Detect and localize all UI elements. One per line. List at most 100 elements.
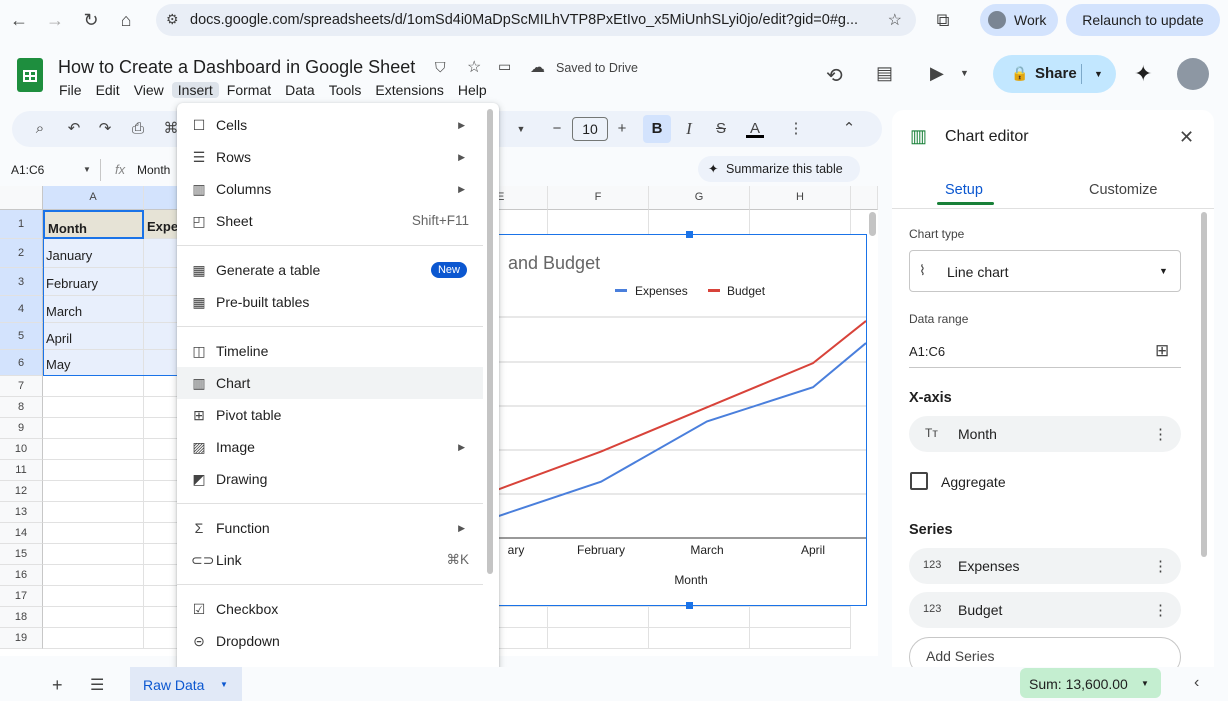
meet-icon[interactable]: ▶: [930, 63, 944, 84]
row-header-17[interactable]: 17: [0, 586, 43, 607]
cell-a12[interactable]: [43, 481, 144, 502]
star-icon[interactable]: ☆: [467, 57, 481, 77]
row-header-4[interactable]: 4: [0, 296, 43, 323]
series-line-expenses[interactable]: [499, 342, 866, 522]
series-expenses[interactable]: 123 Expenses ⋮: [909, 548, 1181, 584]
row-header-14[interactable]: 14: [0, 523, 43, 544]
menu-tools[interactable]: Tools: [329, 82, 362, 98]
cell-b10[interactable]: [144, 439, 178, 460]
menu-item-cells[interactable]: ☐ Cells ▶: [177, 109, 483, 141]
cell-a5[interactable]: April: [43, 323, 144, 350]
cell-b11[interactable]: [144, 460, 178, 481]
increase-font-size-icon[interactable]: +: [613, 120, 631, 138]
series-line-budget[interactable]: [499, 320, 866, 496]
tab-setup[interactable]: Setup: [945, 182, 983, 198]
cell-a1[interactable]: Month: [43, 210, 144, 239]
cell-a15[interactable]: [43, 544, 144, 565]
menu-file[interactable]: File: [59, 82, 82, 98]
row-header-2[interactable]: 2: [0, 239, 43, 268]
cell-b17[interactable]: [144, 586, 178, 607]
menu-item-pre-built-tables[interactable]: ▦ Pre-built tables: [177, 286, 483, 318]
data-range-input[interactable]: A1:C6: [909, 344, 945, 359]
row-header-11[interactable]: 11: [0, 460, 43, 481]
cell-a3[interactable]: February: [43, 268, 144, 296]
cell-a8[interactable]: [43, 397, 144, 418]
menu-format[interactable]: Format: [227, 82, 271, 98]
undo-icon[interactable]: ↶: [65, 120, 83, 138]
address-bar[interactable]: ⚙ docs.google.com/spreadsheets/d/1omSd4i…: [156, 4, 916, 36]
menu-item-checkbox[interactable]: ☑ Checkbox: [177, 593, 483, 625]
x-axis-field[interactable]: Tт Month ⋮: [909, 416, 1181, 452]
sheet-tab-raw-data[interactable]: Raw Data ▼: [130, 667, 242, 701]
menu-help[interactable]: Help: [458, 82, 487, 98]
formula-input[interactable]: Month: [137, 163, 170, 177]
tab-customize[interactable]: Customize: [1089, 182, 1158, 198]
home-icon[interactable]: ⌂: [115, 9, 137, 31]
row-header-9[interactable]: 9: [0, 418, 43, 439]
redo-icon[interactable]: ↷: [96, 120, 114, 138]
select-all-corner[interactable]: [0, 186, 43, 210]
row-header-10[interactable]: 10: [0, 439, 43, 460]
cell-a11[interactable]: [43, 460, 144, 481]
more-options-icon[interactable]: ⋮: [787, 120, 805, 138]
version-history-icon[interactable]: ⟲: [826, 63, 843, 88]
shield-icon[interactable]: ⛉: [435, 59, 446, 76]
sum-indicator[interactable]: Sum: 13,600.00 ▼: [1020, 668, 1161, 698]
menu-view[interactable]: View: [134, 82, 164, 98]
cell-b2[interactable]: [144, 239, 178, 268]
forward-icon[interactable]: →: [44, 9, 66, 31]
name-box-dropdown-icon[interactable]: ▼: [83, 165, 91, 174]
row-header-6[interactable]: 6: [0, 350, 43, 376]
cell-a6[interactable]: May: [43, 350, 144, 376]
search-menus-icon[interactable]: ⌕: [31, 120, 49, 138]
row-header-8[interactable]: 8: [0, 397, 43, 418]
chart-object[interactable]: and Budget Expenses Budget Month ary Febr…: [498, 231, 867, 609]
move-folder-icon[interactable]: ▭: [498, 58, 511, 75]
print-icon[interactable]: ⎙: [129, 120, 147, 138]
cell-a16[interactable]: [43, 565, 144, 586]
series-budget-more-icon[interactable]: ⋮: [1153, 601, 1168, 619]
relaunch-button[interactable]: Relaunch to update: [1066, 4, 1220, 36]
menu-item-timeline[interactable]: ◫ Timeline: [177, 335, 483, 367]
column-header-g[interactable]: G: [649, 186, 750, 210]
cell[interactable]: [649, 628, 750, 649]
menu-insert[interactable]: Insert: [171, 82, 219, 98]
series-expenses-more-icon[interactable]: ⋮: [1153, 557, 1168, 575]
select-range-icon[interactable]: ⊞: [1155, 341, 1169, 361]
gemini-icon[interactable]: ✦: [1134, 61, 1152, 87]
row-header-7[interactable]: 7: [0, 376, 43, 397]
menu-item-image[interactable]: ▨ Image ▶: [177, 431, 483, 463]
cell-b3[interactable]: [144, 268, 178, 296]
menu-data[interactable]: Data: [285, 82, 315, 98]
cell[interactable]: [750, 628, 851, 649]
cell[interactable]: [750, 607, 851, 628]
menu-item-sheet[interactable]: ◰ Sheet Shift+F11: [177, 205, 483, 237]
cell-b4[interactable]: [144, 296, 178, 323]
bookmark-star-icon[interactable]: ☆: [888, 10, 902, 30]
italic-icon[interactable]: I: [680, 120, 698, 138]
x-axis-more-icon[interactable]: ⋮: [1153, 425, 1168, 443]
menu-scrollbar-thumb[interactable]: [487, 109, 493, 574]
share-button[interactable]: 🔒 Share ▼: [993, 55, 1116, 93]
cell-b15[interactable]: [144, 544, 178, 565]
cell-a2[interactable]: January: [43, 239, 144, 268]
name-box[interactable]: A1:C6: [11, 163, 44, 177]
cell-a4[interactable]: March: [43, 296, 144, 323]
profile-chip[interactable]: Work: [980, 4, 1058, 36]
back-icon[interactable]: ←: [8, 9, 30, 31]
cell-b5[interactable]: [144, 323, 178, 350]
column-header-f[interactable]: F: [548, 186, 649, 210]
menu-item-function[interactable]: Σ Function ▶: [177, 512, 483, 544]
cell-b8[interactable]: [144, 397, 178, 418]
site-settings-icon[interactable]: ⚙: [166, 11, 179, 28]
font-size-input[interactable]: 10: [572, 117, 608, 141]
cell[interactable]: [548, 607, 649, 628]
menu-extensions[interactable]: Extensions: [375, 82, 443, 98]
account-avatar[interactable]: [1177, 58, 1209, 90]
cell-b9[interactable]: [144, 418, 178, 439]
text-color-icon[interactable]: A: [746, 120, 764, 138]
menu-item-drawing[interactable]: ◩ Drawing: [177, 463, 483, 495]
row-header-15[interactable]: 15: [0, 544, 43, 565]
cell[interactable]: [548, 628, 649, 649]
cell-b14[interactable]: [144, 523, 178, 544]
